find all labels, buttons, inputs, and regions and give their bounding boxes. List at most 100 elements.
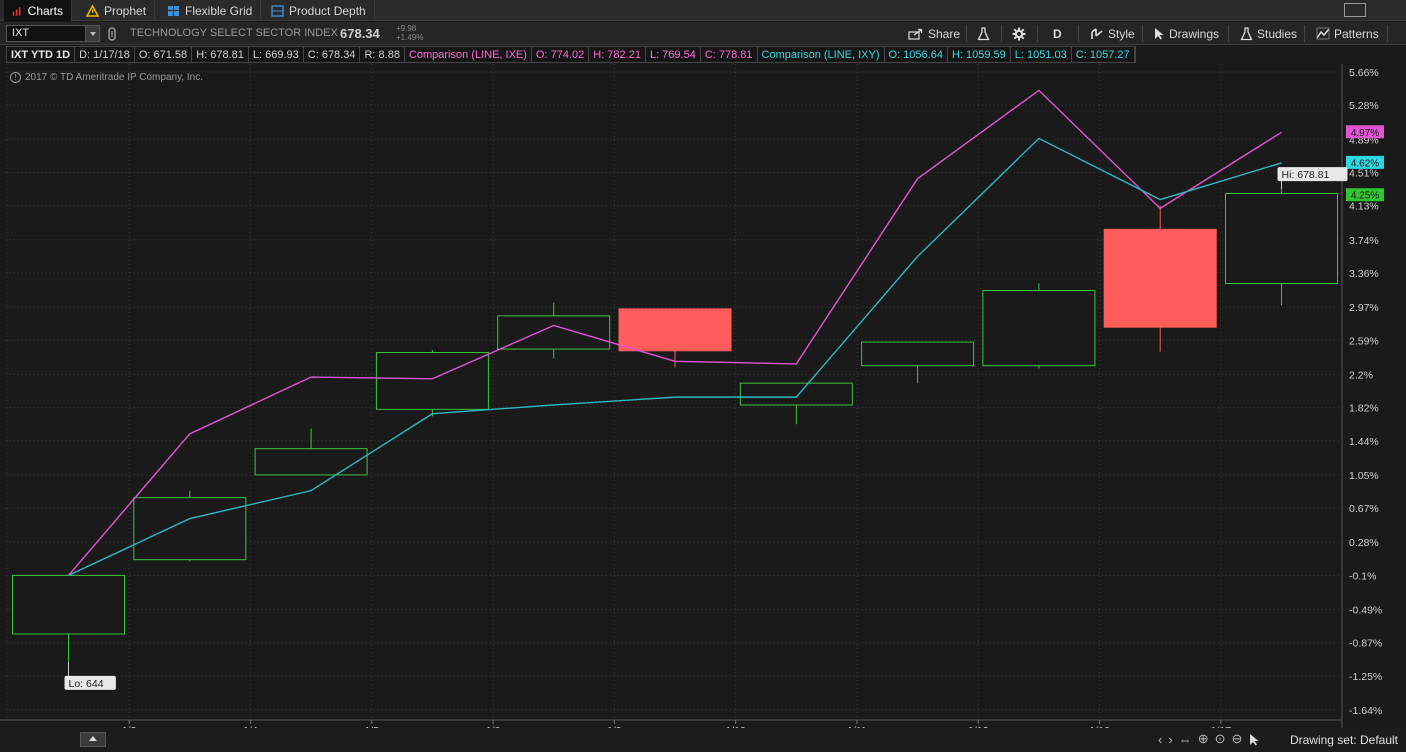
bar-chart-icon (12, 6, 21, 16)
low-annotation-label: Lo: 644 (69, 678, 104, 690)
studies-button[interactable]: Studies (1240, 22, 1297, 45)
info-high: H: 678.81 (192, 47, 249, 62)
info-open: O: 671.58 (135, 47, 193, 62)
y-tick-label: 2.97% (1349, 302, 1379, 314)
candle-body[interactable] (133, 497, 247, 561)
scroll-right-icon[interactable]: › (1168, 732, 1172, 747)
y-tick-label: -0.87% (1349, 638, 1382, 650)
style-label: Style (1108, 26, 1135, 41)
zoom-icon[interactable]: ⊙ (1215, 731, 1226, 747)
comparison-1-low: L: 769.54 (646, 47, 701, 62)
flask-button[interactable] (977, 22, 990, 45)
y-tick-label: 2.59% (1349, 335, 1379, 347)
copyright-notice: ! 2017 © TD Ameritrade IP Company, Inc. (10, 72, 203, 83)
last-price: 678.34 (340, 26, 380, 41)
info-range: R: 8.88 (360, 47, 405, 62)
comparison-2-label[interactable]: Comparison (LINE, IXY) (758, 47, 885, 62)
y-tick-label: 3.36% (1349, 268, 1379, 280)
grid-icon (168, 5, 179, 16)
y-tick-label: 5.66% (1349, 67, 1379, 79)
chart-nav-controls: ‹ › ⇔ ⊕ ⊙ ⊖ (1158, 731, 1260, 747)
y-tick-label: -1.25% (1349, 671, 1382, 683)
cursor-arrow-icon (1155, 28, 1164, 40)
chart-toolbar: IXT TECHNOLOGY SELECT SECTOR INDEX 678.3… (0, 22, 1406, 45)
price-badge-label: 4.62% (1351, 158, 1379, 169)
comparison-1-label[interactable]: Comparison (LINE, IXE) (405, 47, 532, 62)
scroll-left-icon[interactable]: ‹ (1158, 732, 1162, 747)
maximize-window-button[interactable] (1344, 3, 1366, 17)
zoom-out-icon[interactable]: ⊖ (1232, 731, 1243, 747)
comparison-2-open: O: 1056.64 (885, 47, 948, 62)
y-tick-label: 1.05% (1349, 470, 1379, 482)
y-tick-label: 5.28% (1349, 100, 1379, 112)
crosshair-icon[interactable]: ⊕ (1198, 731, 1209, 747)
candle-body[interactable] (1103, 228, 1217, 328)
link-icon[interactable] (107, 27, 117, 41)
symbol-text: IXT (12, 27, 30, 39)
tab-label: Flexible Grid (185, 3, 253, 18)
gear-icon (1012, 27, 1026, 40)
candle-body[interactable] (618, 308, 732, 352)
price-badge-label: 4.97% (1351, 128, 1379, 139)
patterns-button[interactable]: Patterns (1316, 22, 1379, 45)
flask-icon (977, 26, 990, 40)
candle-body[interactable] (982, 289, 1096, 367)
change-absolute: +9.98 (396, 24, 417, 33)
expand-panel-button[interactable] (80, 732, 106, 747)
studies-label: Studies (1257, 26, 1298, 41)
chart-title: IXT YTD 1D (7, 47, 76, 62)
y-tick-label: -0.1% (1349, 570, 1376, 582)
tab-label: Product Depth (289, 3, 366, 18)
price-chart[interactable]: 5.66%5.28%4.89%4.51%4.13%3.74%3.36%2.97%… (0, 64, 1406, 728)
info-close: C: 678.34 (304, 47, 361, 62)
candle-body[interactable] (497, 315, 611, 350)
price-change: +9.98 +1.49% (396, 24, 423, 42)
symbol-input[interactable]: IXT (6, 25, 100, 42)
comparison-2-close: C: 1057.27 (1072, 47, 1135, 62)
drawing-set-label[interactable]: Drawing set: Default (1290, 733, 1398, 747)
y-tick-label: 3.74% (1349, 235, 1379, 247)
share-label: Share (928, 26, 961, 41)
y-tick-label: 2.2% (1349, 369, 1373, 381)
chevron-down-icon[interactable] (85, 26, 99, 41)
comparison-1-open: O: 774.02 (532, 47, 590, 62)
y-tick-label: -0.49% (1349, 604, 1382, 616)
y-tick-label: 1.82% (1349, 403, 1379, 415)
candle-body[interactable] (1225, 192, 1338, 285)
candle-body[interactable] (861, 341, 975, 367)
info-low: L: 669.93 (249, 47, 304, 62)
patterns-label: Patterns (1334, 26, 1379, 41)
tab-charts[interactable]: Charts (4, 0, 72, 21)
comparison-1-close: C: 778.81 (701, 47, 758, 62)
comparison-1-high: H: 782.21 (589, 47, 646, 62)
drawings-button[interactable]: Drawings (1153, 22, 1219, 45)
tab-flexible-grid[interactable]: Flexible Grid (159, 0, 262, 21)
flask-icon (1240, 26, 1253, 40)
symbol-description: TECHNOLOGY SELECT SECTOR INDEX (130, 27, 338, 39)
drawings-label: Drawings (1169, 26, 1220, 41)
tab-label: Charts (27, 3, 63, 18)
info-icon[interactable]: ! (10, 72, 21, 83)
candle-body[interactable] (12, 574, 125, 635)
copyright-text: 2017 © TD Ameritrade IP Company, Inc. (25, 72, 204, 83)
tab-product-depth[interactable]: Product Depth (263, 0, 375, 21)
warning-triangle-icon (86, 4, 99, 17)
cursor-arrow-icon[interactable] (1248, 733, 1260, 746)
pan-arrows-icon[interactable]: ⇔ (1179, 732, 1192, 747)
candle-body[interactable] (254, 448, 368, 476)
comparison-2-high: H: 1059.59 (948, 47, 1011, 62)
period-label: D (1053, 26, 1062, 41)
style-icon (1091, 28, 1103, 39)
info-date: D: 1/17/18 (75, 47, 135, 62)
tab-prophet[interactable]: Prophet (78, 0, 156, 21)
share-icon (908, 28, 923, 40)
change-percent: +1.49% (396, 33, 424, 42)
patterns-icon (1316, 27, 1330, 40)
share-button[interactable]: Share (908, 22, 960, 45)
y-tick-label: -1.64% (1349, 705, 1382, 717)
period-button[interactable]: D (1053, 22, 1062, 45)
candle-body[interactable] (739, 382, 853, 406)
bottom-bar: ‹ › ⇔ ⊕ ⊙ ⊖ Drawing set: Default (0, 728, 1406, 752)
settings-button[interactable] (1012, 22, 1026, 45)
style-button[interactable]: Style (1090, 22, 1135, 45)
